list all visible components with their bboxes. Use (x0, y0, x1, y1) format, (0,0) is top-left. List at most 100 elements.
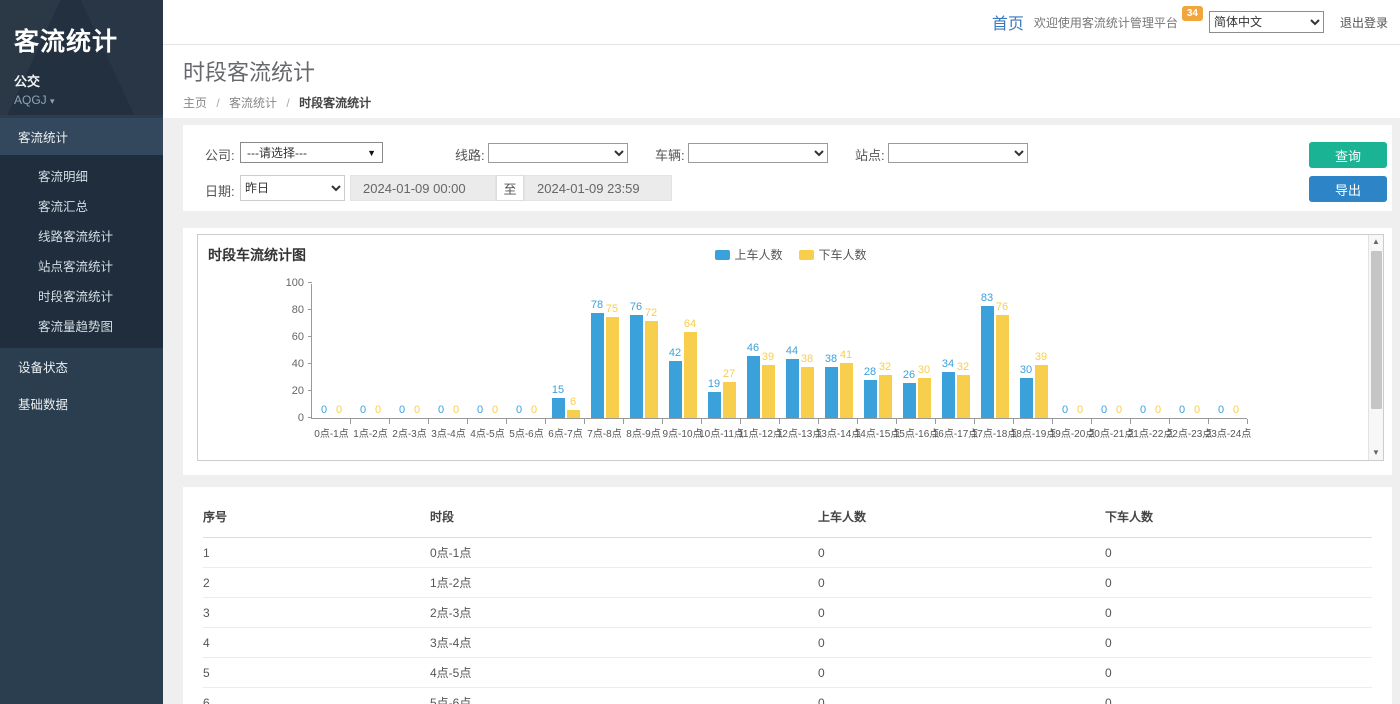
company-select[interactable]: ---请选择--- ▼ (240, 142, 383, 163)
notification-badge[interactable]: 34 (1182, 6, 1203, 21)
main-area: 首页 欢迎使用客流统计管理平台 34 简体中文 退出登录 时段客流统计 主页 /… (163, 0, 1400, 704)
date-to-input[interactable]: 2024-01-09 23:59 (524, 175, 672, 201)
content: 公司: ---请选择--- ▼ 线路: 车辆: 站点: 日期: 昨日 2024-… (163, 118, 1400, 704)
chart-bar-group: 837617点-18点 (975, 283, 1014, 418)
query-button[interactable]: 查询 (1309, 142, 1387, 168)
table-row: 10点-1点00 (203, 538, 1372, 568)
sidebar-item-period-stats[interactable]: 时段客流统计 (0, 280, 163, 310)
date-preset-select[interactable]: 昨日 (240, 175, 345, 201)
bar-value-label: 0 (531, 405, 537, 416)
x-axis-tick-label: 0点-1点 (314, 425, 348, 440)
bar-value-label: 0 (321, 405, 327, 416)
bar-value-label: 0 (1062, 405, 1068, 416)
bar-value-label: 46 (747, 343, 759, 354)
chart-bar: 78 (591, 313, 604, 418)
bar-value-label: 38 (825, 354, 837, 365)
sidebar-item-device-status[interactable]: 设备状态 (0, 348, 163, 385)
bar-value-label: 39 (1035, 352, 1047, 363)
sidebar-item-station-stats[interactable]: 站点客流统计 (0, 250, 163, 280)
bar-value-label: 75 (606, 304, 618, 315)
header-index: 序号 (203, 499, 430, 538)
chart-bar-group: 001点-2点 (351, 283, 390, 418)
x-axis-tick-label: 6点-7点 (548, 425, 582, 440)
chart-bar-group: 78757点-8点 (585, 283, 624, 418)
y-axis-tick-label: 20 (292, 386, 304, 397)
bar-value-label: 72 (645, 308, 657, 319)
scroll-up-icon[interactable]: ▲ (1372, 235, 1380, 249)
chart-bar: 32 (879, 375, 892, 418)
sidebar-item-line-stats[interactable]: 线路客流统计 (0, 220, 163, 250)
chart-bar: 32 (957, 375, 970, 418)
chart-bar-group: 384113点-14点 (819, 283, 858, 418)
chart-bar: 83 (981, 306, 994, 418)
chart-bar-group: 002点-3点 (390, 283, 429, 418)
sidebar-item-base-data[interactable]: 基础数据 (0, 385, 163, 422)
breadcrumb-home[interactable]: 主页 (183, 96, 207, 110)
chart-bar: 30 (918, 378, 931, 419)
chart-bar: 39 (762, 365, 775, 418)
date-from-input[interactable]: 2024-01-09 00:00 (350, 175, 496, 201)
chart-panel: 时段车流统计图 上车人数 下车人数 020406080100000点-1点001… (183, 228, 1392, 475)
bar-value-label: 34 (942, 359, 954, 370)
bar-value-label: 0 (1140, 405, 1146, 416)
bar-value-label: 0 (477, 405, 483, 416)
breadcrumb-passenger-stats[interactable]: 客流统计 (229, 96, 277, 110)
bar-value-label: 38 (801, 354, 813, 365)
chart-bar-group: 343216点-17点 (936, 283, 975, 418)
chart-scrollbar[interactable]: ▲ ▼ (1368, 235, 1383, 460)
chart-bar-group: 0021点-22点 (1131, 283, 1170, 418)
bar-value-label: 0 (438, 405, 444, 416)
station-label: 站点: (855, 145, 885, 164)
chart-bar-group: 0023点-24点 (1209, 283, 1248, 418)
bar-value-label: 0 (492, 405, 498, 416)
chart-bar: 28 (864, 380, 877, 418)
bar-value-label: 0 (1194, 405, 1200, 416)
chart-bar-group: 000点-1点 (312, 283, 351, 418)
scrollbar-thumb[interactable] (1371, 251, 1382, 409)
bar-value-label: 26 (903, 370, 915, 381)
bar-value-label: 0 (1101, 405, 1107, 416)
logout-link[interactable]: 退出登录 (1340, 14, 1388, 31)
vehicle-select[interactable] (688, 143, 828, 163)
home-link[interactable]: 首页 (992, 10, 1024, 34)
chart-bar: 38 (825, 367, 838, 418)
bar-value-label: 15 (552, 385, 564, 396)
sidebar-org-label: 公交 (14, 71, 149, 90)
chart-bar-group: 263015点-16点 (897, 283, 936, 418)
bar-value-label: 39 (762, 352, 774, 363)
scroll-down-icon[interactable]: ▼ (1372, 446, 1380, 460)
chart-bar: 72 (645, 321, 658, 418)
export-button[interactable]: 导出 (1309, 176, 1387, 202)
chart-box: 时段车流统计图 上车人数 下车人数 020406080100000点-1点001… (197, 234, 1384, 461)
x-axis-tick-label: 4点-5点 (470, 425, 504, 440)
chart-legend: 上车人数 下车人数 (714, 246, 866, 263)
sidebar-menu: 客流统计 客流明细 客流汇总 线路客流统计 站点客流统计 时段客流统计 客流量趋… (0, 118, 163, 422)
sidebar-item-trend-chart[interactable]: 客流量趋势图 (0, 310, 163, 340)
chart-plot: 020406080100000点-1点001点-2点002点-3点003点-4点… (311, 284, 1247, 419)
bar-value-label: 44 (786, 346, 798, 357)
date-label: 日期: (205, 181, 235, 200)
language-select[interactable]: 简体中文 (1209, 11, 1324, 33)
line-select[interactable] (488, 143, 628, 163)
bar-value-label: 41 (840, 350, 852, 361)
sidebar: 客流统计 公交 AQGJ ▾ 客流统计 客流明细 客流汇总 线路客流统计 站点客… (0, 0, 163, 704)
welcome-text: 欢迎使用客流统计管理平台 (1034, 14, 1178, 31)
table-row: 43点-4点00 (203, 628, 1372, 658)
station-select[interactable] (888, 143, 1028, 163)
bar-value-label: 0 (1179, 405, 1185, 416)
breadcrumb-separator: / (216, 96, 219, 110)
y-axis-tick-label: 60 (292, 332, 304, 343)
sidebar-item-passenger-detail[interactable]: 客流明细 (0, 160, 163, 190)
sidebar-user-dropdown[interactable]: AQGJ ▾ (14, 93, 149, 107)
sidebar-item-passenger-stats[interactable]: 客流统计 (0, 118, 163, 155)
sidebar-item-passenger-summary[interactable]: 客流汇总 (0, 190, 163, 220)
table-header-row: 序号 时段 上车人数 下车人数 (203, 499, 1372, 538)
period-stats-table: 序号 时段 上车人数 下车人数 10点-1点0021点-2点0032点-3点00… (203, 499, 1372, 704)
bar-value-label: 0 (1155, 405, 1161, 416)
date-range-separator: 至 (496, 175, 524, 201)
chart-bar-group: 463911点-12点 (741, 283, 780, 418)
chart-bar-group: 443812点-13点 (780, 283, 819, 418)
page-header: 时段客流统计 主页 / 客流统计 / 时段客流统计 (163, 45, 1400, 118)
vehicle-label: 车辆: (655, 145, 685, 164)
bar-value-label: 0 (399, 405, 405, 416)
